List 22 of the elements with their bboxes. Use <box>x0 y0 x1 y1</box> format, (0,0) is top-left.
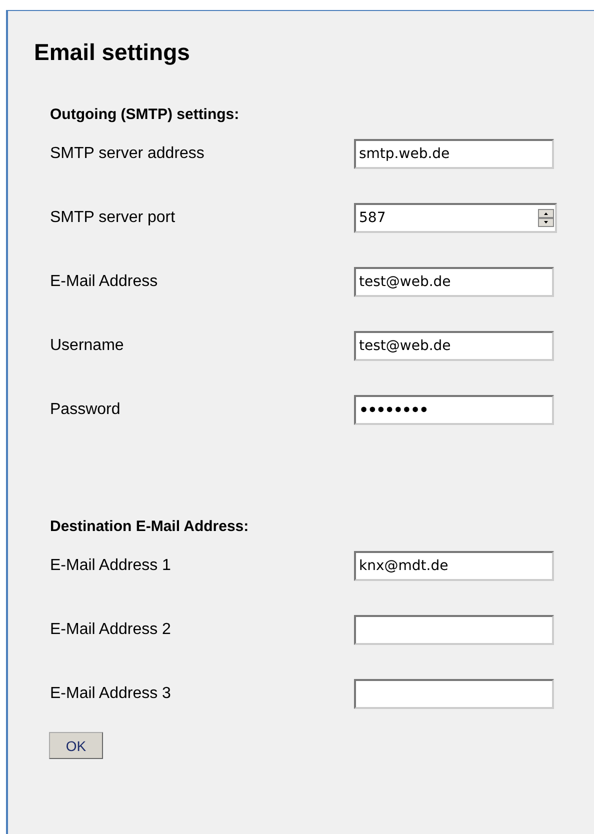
spin-field[interactable]: 587 <box>354 203 557 233</box>
spin-up-icon[interactable] <box>538 209 554 218</box>
input-field[interactable]: knx@mdt.de <box>354 551 554 581</box>
field-label: Password <box>50 401 122 419</box>
field-label: E-Mail Address <box>50 273 159 291</box>
field-label: SMTP server address <box>50 145 206 163</box>
spin-down-icon[interactable] <box>538 218 554 227</box>
input-field[interactable] <box>354 679 554 709</box>
field-label: Username <box>50 337 125 355</box>
ok-button[interactable]: OK <box>49 732 103 759</box>
input-field[interactable]: smtp.web.de <box>354 139 554 169</box>
section-heading: Outgoing (SMTP) settings: <box>50 105 240 125</box>
input-field[interactable]: test@web.de <box>354 267 554 297</box>
section-heading: Destination E-Mail Address: <box>50 517 250 537</box>
input-field[interactable]: test@web.de <box>354 331 554 361</box>
field-label: SMTP server port <box>50 209 176 227</box>
input-field[interactable] <box>354 615 554 645</box>
panel-title: Email settings <box>34 38 191 67</box>
field-label: E-Mail Address 2 <box>50 621 172 639</box>
password-field[interactable]: •••••••• <box>354 395 554 425</box>
field-label: E-Mail Address 3 <box>50 685 172 703</box>
field-label: E-Mail Address 1 <box>50 557 172 575</box>
